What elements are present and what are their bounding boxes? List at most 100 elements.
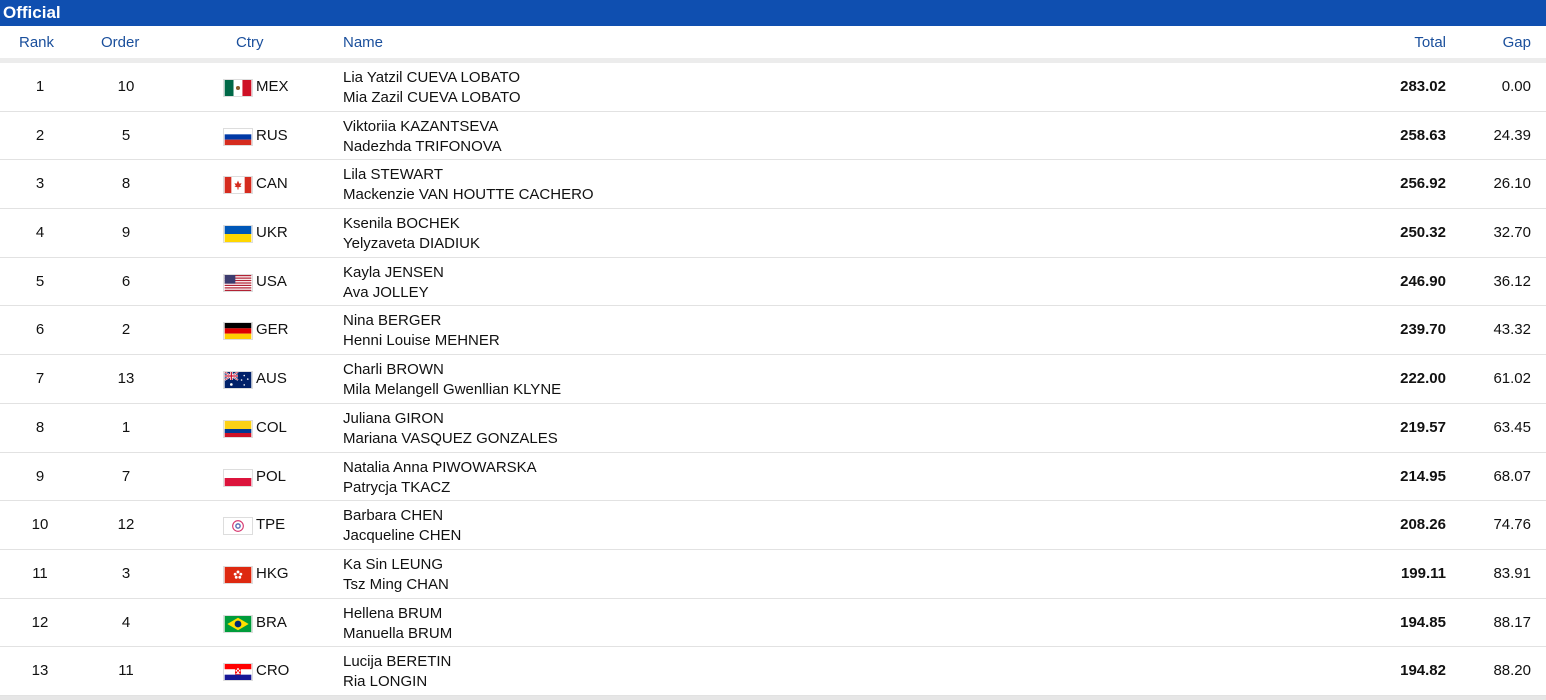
country-code: GER	[256, 321, 289, 339]
athlete-name-2[interactable]: Jacqueline CHEN	[343, 527, 461, 544]
athlete-name-1[interactable]: Lila STEWART	[343, 166, 443, 183]
table-row[interactable]: 6 2 GER Nina BERGER Henni Louise MEHNER 239.7…	[0, 306, 1546, 356]
order-cell: 12	[117, 516, 135, 534]
athlete-name-1[interactable]: Natalia Anna PIWOWARSKA	[343, 459, 537, 476]
ukr-flag-icon	[223, 225, 253, 244]
can-flag-icon	[223, 176, 253, 195]
order-cell: 4	[121, 613, 131, 631]
rank-cell: 6	[35, 321, 45, 339]
header-ctry[interactable]: Ctry	[236, 34, 264, 51]
athlete-name-2[interactable]: Manuella BRUM	[343, 625, 452, 642]
total-score: 239.70	[1400, 321, 1446, 339]
total-score: 222.00	[1400, 370, 1446, 388]
athlete-name-2[interactable]: Ava JOLLEY	[343, 284, 429, 301]
gap-value: 63.45	[1493, 418, 1531, 436]
hkg-flag-icon	[223, 565, 253, 584]
table-row[interactable]: 5 6 USA Kayla JENSEN Ava JOLLEY 246.90 36.12	[0, 258, 1546, 307]
athlete-name-1[interactable]: Barbara CHEN	[343, 507, 443, 524]
order-cell: 3	[121, 564, 131, 582]
country-code: USA	[256, 272, 287, 290]
order-cell: 11	[118, 662, 134, 680]
total-score: 256.92	[1400, 175, 1446, 193]
country-code: HKG	[256, 564, 289, 582]
athlete-name-2[interactable]: Henni Louise MEHNER	[343, 332, 500, 349]
athlete-name-1[interactable]: Juliana GIRON	[343, 410, 444, 427]
athlete-name-1[interactable]: Ka Sin LEUNG	[343, 556, 443, 573]
rank-cell: 12	[31, 613, 49, 631]
order-cell: 1	[121, 418, 131, 436]
athlete-name-2[interactable]: Mila Melangell Gwenllian KLYNE	[343, 381, 561, 398]
athlete-name-1[interactable]: Kayla JENSEN	[343, 264, 444, 281]
total-score: 258.63	[1400, 126, 1446, 144]
athlete-name-2[interactable]: Patrycja TKACZ	[343, 479, 450, 496]
athlete-name-2[interactable]: Tsz Ming CHAN	[343, 576, 449, 593]
athlete-name-2[interactable]: Mariana VASQUEZ GONZALES	[343, 430, 558, 447]
rank-cell: 5	[35, 272, 45, 290]
table-row[interactable]: 11 3 HKG Ka Sin LEUNG Tsz Ming CHAN 199.11 83.…	[0, 550, 1546, 599]
order-cell: 6	[121, 272, 131, 290]
country-code: COL	[256, 418, 287, 436]
rank-cell: 4	[35, 224, 45, 242]
table-row[interactable]: 1 10 MEX Lia Yatzil CUEVA LOBATO Mia Zazil C…	[0, 63, 1546, 112]
results-table-body: 1 10 MEX Lia Yatzil CUEVA LOBATO Mia Zazil C…	[0, 63, 1546, 696]
athlete-name-2[interactable]: Nadezhda TRIFONOVA	[343, 138, 502, 155]
gap-value: 74.76	[1493, 516, 1531, 534]
gap-value: 0.00	[1501, 78, 1531, 95]
total-score: 199.11	[1400, 564, 1446, 582]
table-row[interactable]: 7 13 AUS Charli BROWN Mila Melangell Gwenlli…	[0, 355, 1546, 404]
rank-cell: 2	[35, 126, 45, 144]
table-row[interactable]: 13 11 CRO Lucija BERETIN Ria LONGIN 194.82 88.…	[0, 647, 1546, 696]
order-cell: 13	[117, 370, 135, 388]
mex-flag-icon	[223, 79, 253, 97]
header-total[interactable]: Total	[1414, 34, 1446, 51]
total-score: 194.82	[1400, 662, 1446, 680]
table-row[interactable]: 8 1 COL Juliana GIRON Mariana VASQUEZ GONZAL…	[0, 404, 1546, 453]
country-code: CAN	[256, 175, 288, 193]
rank-cell: 13	[31, 662, 49, 680]
country-code: POL	[256, 467, 287, 485]
total-score: 194.85	[1400, 613, 1446, 631]
country-code: AUS	[256, 370, 287, 388]
header-rank[interactable]: Rank	[19, 34, 54, 51]
total-score: 219.57	[1400, 418, 1446, 436]
athlete-name-2[interactable]: Ria LONGIN	[343, 673, 427, 690]
gap-value: 36.12	[1493, 272, 1531, 290]
country-code: CRO	[256, 662, 290, 680]
table-row[interactable]: 4 9 UKR Ksenila BOCHEK Yelyzaveta DIADIUK 250…	[0, 209, 1546, 258]
total-score: 208.26	[1400, 516, 1446, 534]
country-code: MEX	[256, 78, 289, 95]
athlete-name-1[interactable]: Ksenila BOCHEK	[343, 215, 460, 232]
athlete-name-1[interactable]: Charli BROWN	[343, 361, 444, 378]
order-cell: 8	[121, 175, 131, 193]
rank-cell: 1	[35, 78, 45, 95]
athlete-name-2[interactable]: Mackenzie VAN HOUTTE CACHERO	[343, 186, 594, 203]
athlete-name-2[interactable]: Yelyzaveta DIADIUK	[343, 235, 480, 252]
table-row[interactable]: 2 5 RUS Viktoriia KAZANTSEVA Nadezhda TRIFON…	[0, 112, 1546, 161]
table-row[interactable]: 3 8 CAN Lila STEWART Mackenzie VAN HOUTTE CA…	[0, 160, 1546, 210]
usa-flag-icon	[223, 273, 253, 292]
order-cell: 5	[121, 126, 131, 144]
gap-value: 24.39	[1493, 126, 1531, 144]
athlete-name-1[interactable]: Viktoriia KAZANTSEVA	[343, 118, 498, 135]
table-row[interactable]: 10 12 TPE Barbara CHEN Jacqueline CHEN 208.26…	[0, 501, 1546, 550]
athlete-name-1[interactable]: Nina BERGER	[343, 312, 441, 329]
header-order[interactable]: Order	[101, 34, 139, 51]
table-row[interactable]: 9 7 POL Natalia Anna PIWOWARSKA Patrycja TKA…	[0, 453, 1546, 502]
status-banner: Official	[0, 0, 1546, 26]
order-cell: 2	[121, 321, 131, 339]
rank-cell: 7	[35, 370, 45, 388]
athlete-name-1[interactable]: Lia Yatzil CUEVA LOBATO	[343, 69, 520, 86]
athlete-name-1[interactable]: Hellena BRUM	[343, 605, 442, 622]
header-gap[interactable]: Gap	[1503, 34, 1531, 51]
athlete-name-1[interactable]: Lucija BERETIN	[343, 653, 451, 670]
table-row[interactable]: 12 4 BRA Hellena BRUM Manuella BRUM 194.85 88.…	[0, 599, 1546, 648]
header-name[interactable]: Name	[343, 34, 383, 51]
total-score: 214.95	[1400, 467, 1446, 485]
gap-value: 88.20	[1493, 662, 1531, 680]
table-header: Rank Order Ctry Name Total Gap	[0, 26, 1546, 63]
total-score: 250.32	[1400, 224, 1446, 242]
athlete-name-2[interactable]: Mia Zazil CUEVA LOBATO	[343, 89, 521, 106]
gap-value: 88.17	[1493, 613, 1531, 631]
gap-value: 26.10	[1493, 175, 1531, 193]
gap-value: 43.32	[1493, 321, 1531, 339]
